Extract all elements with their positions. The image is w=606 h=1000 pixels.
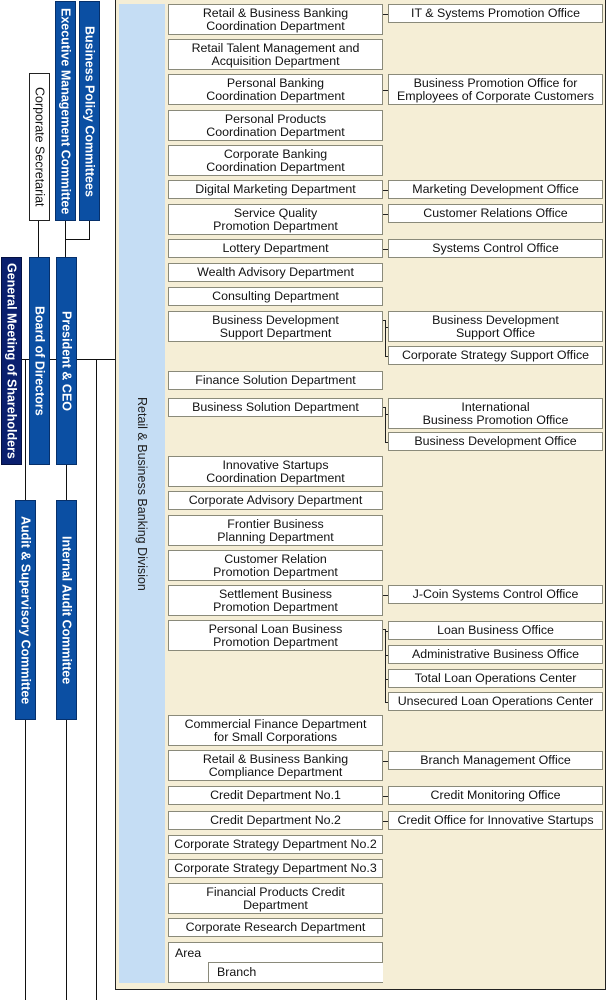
department-box[interactable]: Commercial Finance Department for Small …: [168, 715, 383, 746]
department-box[interactable]: Credit Department No.2: [168, 811, 383, 830]
general-meeting-label: General Meeting of Shareholders: [4, 263, 19, 459]
department-box[interactable]: Retail & Business Banking Compliance Dep…: [168, 750, 383, 781]
president-ceo-box[interactable]: President & CEO: [56, 257, 77, 465]
department-box[interactable]: Financial Products Credit Department: [168, 883, 383, 914]
department-box[interactable]: Personal Products Coordination Departmen…: [168, 110, 383, 141]
department-box[interactable]: Innovative Startups Coordination Departm…: [168, 456, 383, 487]
office-box[interactable]: Business Development Office: [388, 432, 603, 451]
board-of-directors-label: Board of Directors: [32, 306, 47, 416]
office-box[interactable]: Business Development Support Office: [388, 311, 603, 342]
area-label: Area: [175, 946, 202, 960]
office-box[interactable]: Business Promotion Office for Employees …: [388, 74, 603, 105]
department-box[interactable]: Frontier Business Planning Department: [168, 515, 383, 546]
general-meeting-box[interactable]: General Meeting of Shareholders: [1, 257, 22, 465]
department-box[interactable]: Retail Talent Management and Acquisition…: [168, 39, 383, 70]
connector-line: [65, 219, 66, 257]
department-box[interactable]: Corporate Strategy Department No.2: [168, 835, 383, 854]
connector-line: [38, 219, 39, 257]
connector-line: [89, 219, 90, 239]
department-box[interactable]: Finance Solution Department: [168, 371, 383, 390]
department-box[interactable]: Digital Marketing Department: [168, 180, 383, 199]
department-box[interactable]: Lottery Department: [168, 239, 383, 258]
office-box[interactable]: Administrative Business Office: [388, 645, 603, 664]
corporate-secretariat-box[interactable]: Corporate Secretariat: [29, 73, 50, 221]
department-box[interactable]: Retail & Business Banking Coordination D…: [168, 4, 383, 35]
branch-label: Branch: [217, 965, 257, 979]
department-box[interactable]: Corporate Research Department: [168, 918, 383, 937]
office-box[interactable]: Customer Relations Office: [388, 204, 603, 223]
office-box[interactable]: Credit Monitoring Office: [388, 786, 603, 805]
department-box[interactable]: Wealth Advisory Department: [168, 263, 383, 282]
department-box[interactable]: Settlement Business Promotion Department: [168, 585, 383, 616]
department-box[interactable]: Business Development Support Department: [168, 311, 383, 342]
internal-audit-committee-box[interactable]: Internal Audit Committee: [56, 500, 77, 720]
branch-box[interactable]: Branch: [208, 962, 383, 983]
office-box[interactable]: Corporate Strategy Support Office: [388, 346, 603, 365]
department-box[interactable]: Personal Loan Business Promotion Departm…: [168, 620, 383, 651]
office-box[interactable]: Marketing Development Office: [388, 180, 603, 199]
office-box[interactable]: Unsecured Loan Operations Center: [388, 692, 603, 711]
office-box[interactable]: Total Loan Operations Center: [388, 669, 603, 688]
office-box[interactable]: J-Coin Systems Control Office: [388, 585, 603, 604]
executive-management-committee-box[interactable]: Executive Management Committee: [55, 1, 76, 221]
office-box[interactable]: International Business Promotion Office: [388, 398, 603, 429]
connector-line: [385, 320, 386, 357]
department-box[interactable]: Credit Department No.1: [168, 786, 383, 805]
connector-line: [65, 239, 90, 240]
department-box[interactable]: Corporate Advisory Department: [168, 491, 383, 510]
department-box[interactable]: Customer Relation Promotion Department: [168, 550, 383, 581]
division-label: Retail & Business Banking Division: [135, 396, 149, 591]
president-ceo-label: President & CEO: [59, 310, 74, 412]
department-box[interactable]: Consulting Department: [168, 287, 383, 306]
office-box[interactable]: IT & Systems Promotion Office: [388, 4, 603, 23]
department-box[interactable]: Personal Banking Coordination Department: [168, 74, 383, 105]
office-box[interactable]: Branch Management Office: [388, 751, 603, 770]
connector-line: [385, 629, 386, 703]
board-of-directors-box[interactable]: Board of Directors: [29, 257, 50, 465]
office-box[interactable]: Credit Office for Innovative Startups: [388, 811, 603, 830]
connector-line: [385, 407, 386, 443]
department-box[interactable]: Corporate Banking Coordination Departmen…: [168, 145, 383, 176]
department-box[interactable]: Business Solution Department: [168, 398, 383, 417]
internal-audit-committee-label: Internal Audit Committee: [59, 535, 74, 685]
executive-management-committee-label: Executive Management Committee: [58, 7, 73, 215]
connector-line: [96, 359, 97, 1000]
audit-supervisory-committee-box[interactable]: Audit & Supervisory Committee: [15, 500, 36, 720]
business-policy-committees-box[interactable]: Business Policy Committees: [79, 1, 100, 221]
office-box[interactable]: Systems Control Office: [388, 239, 603, 258]
division-header[interactable]: Retail & Business Banking Division: [119, 4, 165, 983]
audit-supervisory-committee-label: Audit & Supervisory Committee: [18, 515, 33, 705]
area-box[interactable]: Area Branch: [168, 942, 383, 983]
office-box[interactable]: Loan Business Office: [388, 621, 603, 640]
department-box[interactable]: Service Quality Promotion Department: [168, 204, 383, 235]
corporate-secretariat-label: Corporate Secretariat: [32, 87, 47, 207]
department-box[interactable]: Corporate Strategy Department No.3: [168, 859, 383, 878]
business-policy-committees-label: Business Policy Committees: [82, 25, 97, 197]
